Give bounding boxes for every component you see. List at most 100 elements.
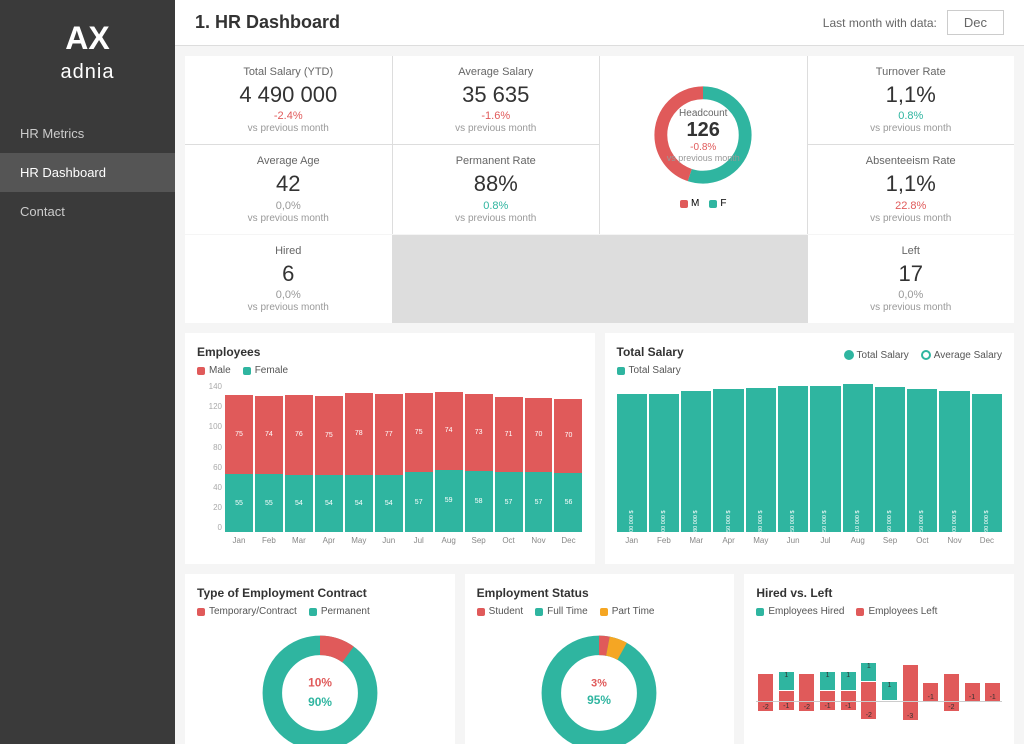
male-bar: 75: [315, 396, 343, 475]
female-bar: 58: [465, 471, 493, 532]
contract-legend: Temporary/Contract Permanent: [197, 606, 443, 617]
hvl-legend: Employees Hired Employees Left: [756, 606, 1002, 617]
last-month-label: Last month with data:: [823, 16, 937, 30]
left-bar: -2: [799, 674, 814, 711]
legend-employees-left: Employees Left: [856, 606, 937, 617]
hc-label: Headcount: [667, 108, 740, 119]
radio-avg-salary-circle: [921, 350, 931, 360]
kpi-avg-salary-change: -1.6%: [407, 110, 586, 122]
left-bar: -2: [758, 674, 773, 711]
sal-month-label: Sep: [875, 536, 905, 552]
sal-bar-group: 4 500 000 $: [617, 382, 647, 532]
sal-month-label: Dec: [972, 536, 1002, 552]
hc-legend-male: M: [680, 198, 699, 209]
emp-month-label: Nov: [525, 536, 553, 552]
svg-text:10%: 10%: [308, 676, 332, 690]
hired-vs-left-chart: Hired vs. Left Employees Hired Employees…: [744, 574, 1014, 744]
left-bar: -1: [985, 683, 1000, 701]
perm-dot: [309, 608, 317, 616]
sal-month-label: Apr: [713, 536, 743, 552]
sal-bar-group: 4 500 000 $: [649, 382, 679, 532]
hvl-bar-group: 1-1: [839, 623, 858, 744]
svg-text:90%: 90%: [308, 695, 332, 709]
hvl-bar-group: -2: [942, 623, 961, 744]
sal-month-label: Nov: [939, 536, 969, 552]
salary-legend: Total Salary: [617, 365, 1003, 376]
emp-bar-group: 7157: [495, 382, 523, 532]
left-legend-label: Employees Left: [868, 606, 937, 617]
sidebar-item-hr-metrics[interactable]: HR Metrics: [0, 114, 175, 153]
hvl-bar-group: -2: [756, 623, 775, 744]
legend-hired: Employees Hired: [756, 606, 844, 617]
salary-bar: 4 760 000 $: [875, 387, 905, 532]
employees-chart-title: Employees: [197, 345, 583, 359]
sidebar-item-hr-dashboard[interactable]: HR Dashboard: [0, 153, 175, 192]
hvl-bar-group: -1: [963, 623, 982, 744]
employees-chart-area: 020406080100120140 755574557654755478547…: [197, 382, 583, 552]
logo-text: adnia: [61, 61, 115, 84]
hc-subtext: vs previous month: [667, 153, 740, 163]
employment-status-chart: Employment Status Student Full Time Part…: [465, 574, 735, 744]
kpi-left: Left 17 0,0% vs previous month: [808, 235, 1015, 323]
emp-month-label: Dec: [554, 536, 582, 552]
kpi-turnover-subtext: vs previous month: [822, 123, 1001, 134]
salary-chart-title: Total Salary: [617, 345, 684, 359]
sal-month-label: Oct: [907, 536, 937, 552]
emp-bar-group: 7654: [285, 382, 313, 532]
kpi-avg-age-value: 42: [199, 171, 378, 197]
hvl-bar-group: 1-1: [777, 623, 796, 744]
hvl-bar-group: -1: [983, 623, 1002, 744]
kpi-absenteeism-label: Absenteeism Rate: [822, 155, 1001, 167]
kpi-absenteeism-change: 22.8%: [822, 200, 1001, 212]
legend-male: Male: [197, 365, 231, 376]
sidebar: AX adnia HR Metrics HR Dashboard Contact: [0, 0, 175, 744]
contract-donut-svg: 10% 90%: [255, 628, 385, 744]
emp-bar-group: 7754: [375, 382, 403, 532]
sal-bars: 4 500 000 $4 500 000 $4 580 000 $4 650 0…: [617, 382, 1003, 532]
emp-month-label: Jan: [225, 536, 253, 552]
radio-avg-salary[interactable]: Average Salary: [921, 350, 1002, 361]
emp-months: JanFebMarAprMayJunJulAugSepOctNovDec: [225, 536, 583, 552]
kpi-grid: Total Salary (YTD) 4 490 000 -2.4% vs pr…: [185, 56, 1014, 234]
month-selector[interactable]: Dec: [947, 10, 1004, 35]
svg-text:95%: 95%: [588, 693, 612, 707]
hired-bar: 1: [882, 682, 897, 700]
sal-bar-group: 4 490 000 $: [972, 382, 1002, 532]
hc-change: -0.8%: [667, 142, 740, 153]
svg-text:3%: 3%: [592, 678, 608, 690]
kpi-permanent-rate-change: 0.8%: [407, 200, 586, 212]
sal-month-label: Jul: [810, 536, 840, 552]
legend-fulltime: Full Time: [535, 606, 588, 617]
hired-dot: [756, 608, 764, 616]
kpi-avg-salary-subtext: vs previous month: [407, 123, 586, 134]
kpi-absenteeism-subtext: vs previous month: [822, 213, 1001, 224]
headcount-donut: Headcount 126 -0.8% vs previous month: [648, 80, 758, 190]
kpi-absenteeism: Absenteeism Rate 1,1% 22.8% vs previous …: [808, 145, 1015, 233]
hvl-chart-area: -21-1-21-11-11-21-3-1-2-1-1 JanFebMarApr…: [756, 623, 1002, 744]
salary-bar: 4 750 000 $: [810, 386, 840, 532]
emp-month-label: Feb: [255, 536, 283, 552]
kpi-total-salary-change: -2.4%: [199, 110, 378, 122]
emp-bar-group: 7056: [554, 382, 582, 532]
left-bar: -3: [903, 665, 918, 720]
radio-total-salary-label: Total Salary: [857, 350, 909, 361]
legend-female: Female: [243, 365, 288, 376]
hvl-bars: -21-1-21-11-11-21-3-1-2-1-1: [756, 623, 1002, 744]
kpi-left-label: Left: [822, 245, 1001, 257]
kpi-turnover-value: 1,1%: [822, 82, 1001, 108]
male-bar: 74: [255, 396, 283, 474]
salary-bar: 4 490 000 $: [972, 394, 1002, 533]
contract-title: Type of Employment Contract: [197, 586, 443, 600]
header-right: Last month with data: Dec: [823, 10, 1004, 35]
kpi-left-subtext: vs previous month: [822, 302, 1001, 313]
left-dot: [856, 608, 864, 616]
sal-months: JanFebMarAprMayJunJulAugSepOctNovDec: [617, 536, 1003, 552]
status-donut-container: 3% 95%: [477, 623, 723, 744]
emp-month-label: Jun: [375, 536, 403, 552]
employment-contract-chart: Type of Employment Contract Temporary/Co…: [185, 574, 455, 744]
salary-bar: 4 650 000 $: [907, 389, 937, 532]
employees-legend: Male Female: [197, 365, 583, 376]
female-dot: [709, 200, 717, 208]
sidebar-item-contact[interactable]: Contact: [0, 192, 175, 231]
radio-total-salary[interactable]: Total Salary: [844, 350, 909, 361]
